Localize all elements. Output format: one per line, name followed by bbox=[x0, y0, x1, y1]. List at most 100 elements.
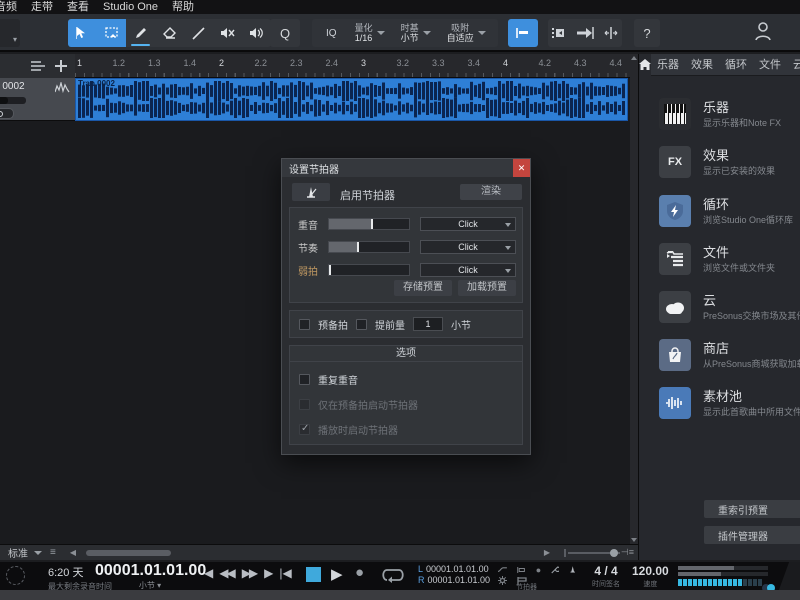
metronome-toggle-button[interactable] bbox=[292, 183, 330, 201]
iq-button[interactable]: IQ bbox=[316, 28, 347, 39]
range-tool-button[interactable] bbox=[97, 19, 126, 47]
offbeat-sound-dropdown[interactable]: Click bbox=[420, 263, 516, 277]
menu-audio[interactable]: 音频 bbox=[0, 0, 17, 14]
accent-sound-dropdown[interactable]: Click bbox=[420, 217, 516, 231]
loop-range-display[interactable]: L00001.01.01.00 R00001.01.01.00 bbox=[418, 564, 490, 586]
play-button[interactable]: ▶ bbox=[331, 565, 343, 583]
tab-home[interactable] bbox=[639, 54, 651, 76]
follow-arrow-icon[interactable] bbox=[576, 27, 594, 39]
list-icon[interactable]: ≡ bbox=[50, 547, 66, 558]
menu-studio-one[interactable]: Studio One bbox=[103, 0, 158, 14]
browser-item-pool[interactable]: 素材池 显示此首歌曲中所用文件 bbox=[639, 383, 800, 429]
mute-tool-button[interactable] bbox=[213, 19, 242, 47]
scroll-right-icon[interactable]: ▶ bbox=[540, 548, 554, 557]
tool-dropdown-button[interactable]: ▾ bbox=[0, 19, 20, 47]
quantize-dropdown[interactable]: 量化1/16 bbox=[347, 23, 393, 43]
menu-help[interactable]: 帮助 bbox=[172, 0, 194, 14]
arrow-tool-button[interactable] bbox=[68, 19, 97, 47]
add-track-icon[interactable] bbox=[55, 60, 67, 72]
forward-button[interactable]: ▶▶ bbox=[240, 566, 258, 580]
track-list-icon[interactable] bbox=[31, 61, 45, 71]
grid-view-icon[interactable] bbox=[552, 27, 566, 39]
store-preset-button[interactable]: 存储预置 bbox=[394, 280, 452, 296]
scroll-left-icon[interactable]: ◀ bbox=[66, 548, 80, 557]
split-view-icon[interactable] bbox=[604, 27, 618, 39]
tempo-value[interactable]: 120.00 bbox=[632, 564, 669, 578]
track-size-dropdown[interactable]: 标准 bbox=[0, 545, 50, 560]
timeline-ruler[interactable]: 11.21.31.422.22.32.433.23.33.444.24.34.4 bbox=[75, 54, 630, 78]
tempo-display[interactable]: 120.00 速度 bbox=[632, 564, 669, 589]
tab-instruments[interactable]: 乐器 bbox=[651, 54, 685, 76]
wrench-icon[interactable] bbox=[551, 565, 558, 575]
browser-item-effects[interactable]: FX 效果 显示已安装的效果 bbox=[639, 142, 800, 188]
instruments-icon bbox=[659, 98, 691, 130]
zoom-slider-handle[interactable] bbox=[610, 549, 618, 557]
track-pan-control[interactable] bbox=[0, 108, 14, 119]
offset-bars-input[interactable] bbox=[413, 317, 443, 331]
tab-cloud[interactable]: 云 bbox=[787, 54, 800, 76]
tab-loops[interactable]: 循环 bbox=[719, 54, 753, 76]
tab-files[interactable]: 文件 bbox=[753, 54, 787, 76]
close-button[interactable]: ✕ bbox=[513, 159, 530, 177]
next-marker-button[interactable]: ▶ bbox=[262, 566, 273, 580]
option-repeat-accent[interactable]: 重复重音 bbox=[299, 372, 358, 387]
rewind-button[interactable]: ◀◀ bbox=[217, 566, 235, 580]
time-display[interactable]: 00001.01.01.00 小节 ▾ bbox=[95, 562, 205, 591]
offbeat-level-slider[interactable] bbox=[328, 264, 410, 276]
repeat-accent-checkbox[interactable] bbox=[299, 374, 310, 385]
snap-dropdown[interactable]: 吸附自适应 bbox=[439, 23, 494, 43]
timebase-dropdown[interactable]: 时基小节 bbox=[393, 23, 439, 43]
plugin-manager-button[interactable]: 插件管理器 bbox=[704, 526, 800, 544]
loop-button[interactable] bbox=[381, 567, 405, 583]
return-to-start-button[interactable]: |◀ bbox=[277, 566, 293, 580]
scroll-up-icon[interactable] bbox=[631, 56, 637, 60]
zoom-preset-icon[interactable]: ⊣≡ bbox=[621, 547, 634, 558]
stop-button[interactable] bbox=[306, 567, 321, 582]
transport-edge-decoration bbox=[779, 562, 800, 590]
browser-item-instruments[interactable]: 乐器 显示乐器和Note FX bbox=[639, 94, 800, 140]
scroll-down-icon[interactable] bbox=[631, 538, 637, 542]
tab-effects[interactable]: 效果 bbox=[685, 54, 719, 76]
snap-toggle-button[interactable] bbox=[508, 19, 538, 47]
paint-tool-button[interactable] bbox=[126, 19, 155, 47]
render-button[interactable]: 渲染 bbox=[460, 184, 522, 200]
browser-item-loops[interactable]: 循环 浏览Studio One循环库 bbox=[639, 191, 800, 237]
user-account-button[interactable] bbox=[754, 21, 772, 41]
horizontal-scrollbar-thumb[interactable] bbox=[86, 550, 171, 556]
dialog-title-bar[interactable]: 设置节拍器 ✕ bbox=[282, 159, 530, 177]
help-button[interactable]: ? bbox=[634, 19, 660, 47]
precount-checkbox[interactable] bbox=[299, 319, 310, 330]
time-value[interactable]: 00001.01.01.00 bbox=[95, 562, 205, 580]
record-mode-icon[interactable]: ● bbox=[536, 565, 541, 575]
snap-flag-icon bbox=[515, 27, 531, 39]
eraser-tool-button[interactable] bbox=[155, 19, 184, 47]
reindex-presets-button[interactable]: 重索引预置 bbox=[704, 500, 800, 518]
beat-sound-dropdown[interactable]: Click bbox=[420, 240, 516, 254]
autopunch-icon[interactable] bbox=[498, 566, 507, 574]
record-button[interactable]: ● bbox=[355, 564, 364, 581]
track-volume-fader[interactable] bbox=[0, 97, 26, 104]
beat-level-slider[interactable] bbox=[328, 241, 410, 253]
menu-view[interactable]: 查看 bbox=[67, 0, 89, 14]
accent-level-slider[interactable] bbox=[328, 218, 410, 230]
listen-tool-button[interactable] bbox=[242, 19, 271, 47]
quantize-toggle-button[interactable]: Q bbox=[270, 19, 300, 47]
time-signature-display[interactable]: 4 / 4 时间签名 bbox=[592, 564, 620, 589]
time-signature-value[interactable]: 4 / 4 bbox=[592, 564, 620, 578]
metronome-small-icon[interactable] bbox=[569, 565, 576, 574]
track-header[interactable]: p 0002 bbox=[0, 78, 75, 121]
vertical-scrollbar[interactable] bbox=[630, 54, 638, 544]
menu-transport[interactable]: 走带 bbox=[31, 0, 53, 14]
browser-item-files[interactable]: 文件 浏览文件或文件夹 bbox=[639, 239, 800, 285]
gear-icon[interactable] bbox=[498, 576, 507, 585]
zoom-slider[interactable]: ▶ bbox=[540, 548, 620, 557]
offset-checkbox[interactable] bbox=[356, 319, 367, 330]
browser-item-cloud[interactable]: 云 PreSonus交换市场及其他服务 bbox=[639, 287, 800, 333]
punch-in-icon[interactable] bbox=[517, 566, 526, 574]
prev-marker-button[interactable]: ◀ bbox=[202, 566, 213, 580]
pre-record-icon[interactable] bbox=[6, 566, 25, 585]
load-preset-button[interactable]: 加载预置 bbox=[458, 280, 516, 296]
audio-clip[interactable]: Trap 0002 bbox=[75, 78, 628, 121]
browser-item-shop[interactable]: 商店 从PreSonus商城获取加载项 bbox=[639, 335, 800, 381]
line-tool-button[interactable] bbox=[184, 19, 213, 47]
